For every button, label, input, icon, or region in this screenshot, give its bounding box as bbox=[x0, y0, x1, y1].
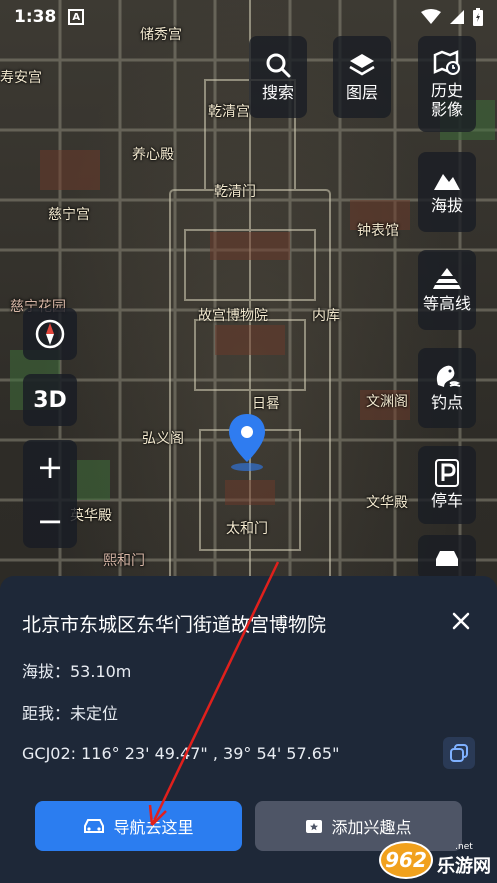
elevation-label: 海拔 bbox=[430, 196, 463, 216]
search-icon bbox=[266, 53, 291, 78]
elevation-button[interactable]: 海拔 bbox=[418, 152, 476, 232]
search-label: 搜索 bbox=[261, 83, 294, 103]
location-marker[interactable] bbox=[223, 412, 271, 476]
map-label: 熙和门 bbox=[103, 553, 145, 569]
layers-button[interactable]: 图层 bbox=[333, 36, 391, 118]
site-watermark: 962 .net 乐游网 bbox=[379, 841, 491, 879]
map-label: 寿安宫 bbox=[0, 70, 42, 86]
coordinates-text: GCJ02: 116° 23' 49.47" , 39° 54' 57.65" bbox=[22, 744, 340, 763]
mountain-icon bbox=[434, 174, 460, 191]
map-label: 乾清门 bbox=[214, 184, 256, 200]
map-label: 钟表馆 bbox=[357, 223, 399, 239]
altitude-text: 海拔：53.10m bbox=[22, 662, 132, 681]
map-label: 太和门 bbox=[226, 521, 268, 537]
history-imagery-button[interactable]: 历史影像 bbox=[418, 36, 476, 132]
add-poi-label: 添加兴趣点 bbox=[331, 818, 412, 837]
contour-button[interactable]: 等高线 bbox=[418, 250, 476, 330]
map-label: 故宫博物院 bbox=[198, 308, 268, 324]
3d-toggle-button[interactable]: 3D bbox=[23, 374, 77, 426]
map-label: 文渊阁 bbox=[366, 394, 408, 410]
layers-icon bbox=[349, 54, 375, 76]
fish-icon bbox=[436, 366, 461, 388]
map-label: 弘义阁 bbox=[142, 431, 184, 447]
map-label: 养心殿 bbox=[132, 147, 174, 163]
parking-button[interactable]: 停车 bbox=[418, 446, 476, 524]
contour-icon bbox=[433, 268, 461, 290]
watermark-name: 乐游网 bbox=[437, 856, 491, 877]
map-label: 慈宁宫 bbox=[48, 207, 90, 223]
map-pin-icon bbox=[229, 414, 265, 471]
car-icon bbox=[436, 550, 458, 566]
compass-button[interactable] bbox=[23, 308, 77, 360]
distance-text: 距我：未定位 bbox=[22, 704, 119, 723]
zoom-out-button[interactable]: − bbox=[37, 494, 64, 548]
notification-a-icon: A bbox=[68, 9, 85, 25]
signal-icon bbox=[450, 10, 464, 24]
compass-icon bbox=[35, 319, 65, 349]
copy-icon bbox=[450, 744, 468, 762]
car-icon bbox=[84, 819, 105, 833]
history-imagery-label: 历史影像 bbox=[430, 80, 463, 119]
map-label: 内库 bbox=[312, 308, 340, 324]
map-label: 文华殿 bbox=[366, 495, 408, 511]
fishing-spot-button[interactable]: 钓点 bbox=[418, 348, 476, 428]
copy-coordinates-button[interactable] bbox=[443, 737, 475, 769]
history-imagery-icon bbox=[433, 49, 460, 75]
close-icon[interactable] bbox=[451, 611, 471, 631]
parking-icon bbox=[435, 459, 459, 488]
car-button[interactable] bbox=[418, 535, 476, 580]
layers-label: 图层 bbox=[345, 83, 378, 103]
zoom-controls: + − bbox=[23, 440, 77, 548]
search-button[interactable]: 搜索 bbox=[249, 36, 307, 118]
wifi-icon bbox=[421, 9, 441, 24]
watermark-logo: 962 bbox=[379, 841, 433, 879]
contour-label: 等高线 bbox=[422, 294, 471, 314]
parking-label: 停车 bbox=[430, 491, 463, 511]
navigate-here-label: 导航去这里 bbox=[113, 818, 194, 837]
location-detail-sheet: 北京市东城区东华门街道故宫博物院 海拔：53.10m 距我：未定位 GCJ02:… bbox=[0, 576, 497, 883]
status-bar: 1:38 A bbox=[0, 0, 497, 34]
status-time: 1:38 bbox=[14, 7, 57, 27]
location-title: 北京市东城区东华门街道故宫博物院 bbox=[22, 614, 327, 636]
battery-icon bbox=[473, 8, 483, 26]
zoom-in-button[interactable]: + bbox=[37, 440, 64, 494]
map-label: 乾清宫 bbox=[208, 104, 250, 120]
navigate-here-button[interactable]: 导航去这里 bbox=[35, 801, 242, 851]
watermark-domain: .net bbox=[455, 842, 473, 852]
star-folder-icon bbox=[306, 820, 323, 833]
fishing-spot-label: 钓点 bbox=[430, 393, 463, 413]
map-label: 日晷 bbox=[252, 396, 280, 412]
